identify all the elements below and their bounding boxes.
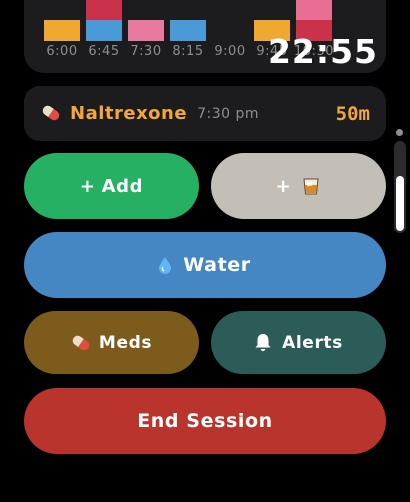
timeline-bar	[170, 20, 206, 41]
pill-icon	[70, 333, 92, 352]
timeline-bar	[44, 20, 80, 41]
timeline-bar	[128, 20, 164, 41]
whisky-glass-icon	[301, 176, 321, 196]
medication-name: Naltrexone	[70, 103, 188, 124]
timeline-bar	[86, 0, 122, 41]
alerts-button[interactable]: Alerts	[211, 311, 386, 374]
plus-icon: +	[79, 175, 96, 197]
timeline-tick: 6:00	[46, 44, 78, 59]
alerts-button-label: Alerts	[282, 332, 343, 353]
meds-button[interactable]: Meds	[24, 311, 199, 374]
scroll-thumb[interactable]	[396, 176, 404, 231]
timeline-tick: 8:15	[172, 44, 204, 59]
medication-countdown: 50m	[335, 102, 370, 125]
meds-button-label: Meds	[98, 332, 153, 353]
end-session-label: End Session	[137, 410, 273, 432]
pill-icon	[40, 103, 62, 122]
clock-time: 22:55	[267, 32, 378, 71]
water-button[interactable]: Water	[24, 232, 386, 298]
timeline-tick: 6:45	[88, 44, 120, 59]
scroll-top-indicator	[396, 129, 403, 136]
add-button-label: Add	[101, 175, 144, 197]
timeline-tick: 7:30	[130, 44, 162, 59]
timeline-tick: 9:00	[214, 44, 246, 59]
bell-icon	[254, 333, 272, 352]
medication-time: 7:30 pm	[197, 105, 259, 122]
watch-screen: 6:00 6:45 7:30 8:15 9:00 9:45 10:30 22:5…	[0, 0, 410, 502]
add-drink-button[interactable]: +	[211, 153, 386, 219]
water-drop-icon	[159, 256, 172, 274]
plus-icon: +	[275, 175, 292, 197]
medication-reminder[interactable]: Naltrexone 7:30 pm 50m	[24, 86, 386, 141]
add-button[interactable]: + Add	[24, 153, 199, 219]
water-button-label: Water	[183, 254, 251, 276]
end-session-button[interactable]: End Session	[24, 388, 386, 454]
